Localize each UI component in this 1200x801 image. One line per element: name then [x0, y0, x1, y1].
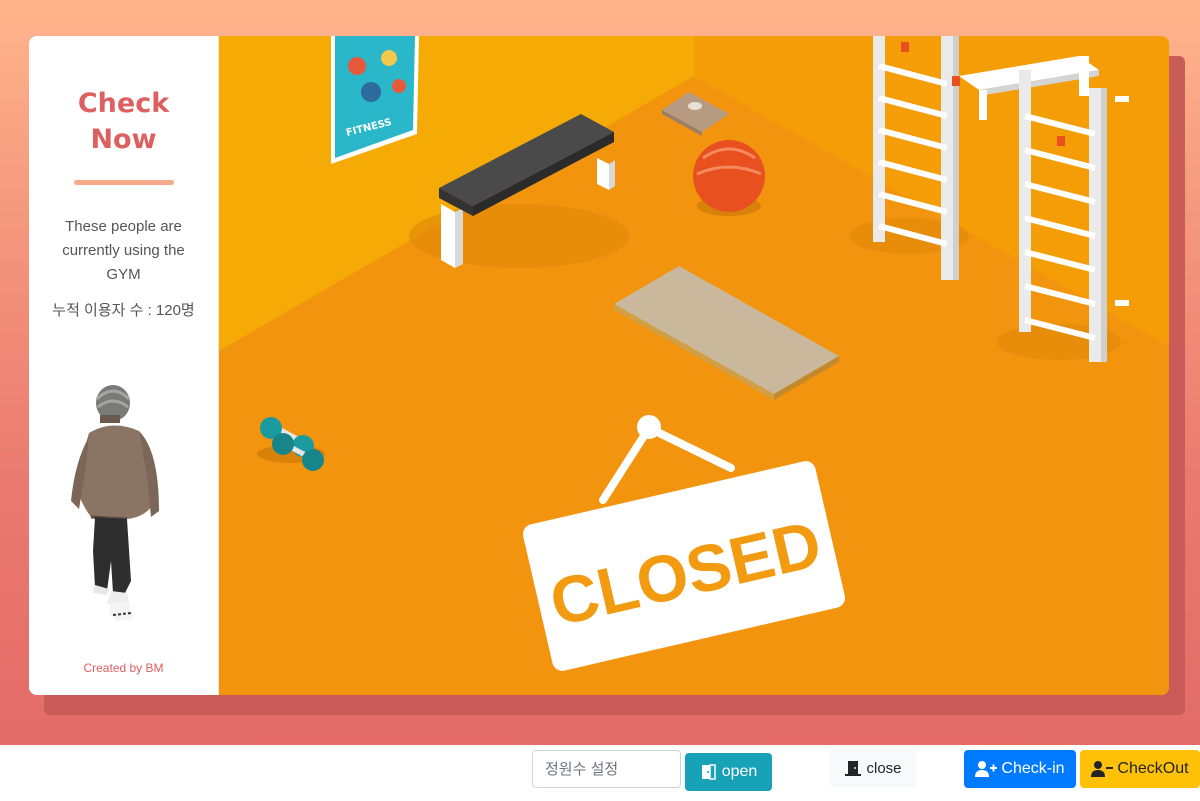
user-plus-icon: [975, 761, 998, 777]
checkout-button-label: CheckOut: [1117, 760, 1189, 777]
door-closed-icon: [844, 760, 862, 776]
title-divider: [73, 180, 174, 185]
gym-scene: FITNESS CLOSED: [219, 36, 1169, 695]
close-button[interactable]: close: [830, 749, 916, 787]
action-toolbar: open close Check-in CheckOut: [0, 745, 1200, 801]
user-minus-icon: [1091, 761, 1114, 777]
door-open-icon: [700, 764, 718, 780]
gym-illustration: FITNESS CLOSED: [219, 36, 1169, 695]
close-button-label: close: [866, 759, 902, 777]
cumulative-user-count: 누적 이용자 수 : 120명: [52, 302, 195, 319]
exercise-ball: [693, 140, 765, 216]
app-title-line2: Now: [90, 124, 157, 155]
checkin-button[interactable]: Check-in: [964, 750, 1076, 788]
sidebar: Check Now These people are currently usi…: [29, 36, 219, 695]
app-title-line1: Check: [77, 88, 170, 119]
capacity-input[interactable]: [532, 750, 681, 788]
checkout-button[interactable]: CheckOut: [1080, 750, 1200, 788]
gym-user-avatar: [67, 381, 167, 635]
open-button[interactable]: open: [685, 753, 772, 791]
usage-description: These people are currently using the GYM: [62, 218, 185, 283]
credit-text: Created by BM: [83, 661, 164, 675]
open-button-label: open: [721, 763, 758, 780]
checkin-button-label: Check-in: [1001, 760, 1065, 777]
main-card: Check Now These people are currently usi…: [29, 36, 1169, 695]
app-title: Check Now: [29, 86, 218, 158]
